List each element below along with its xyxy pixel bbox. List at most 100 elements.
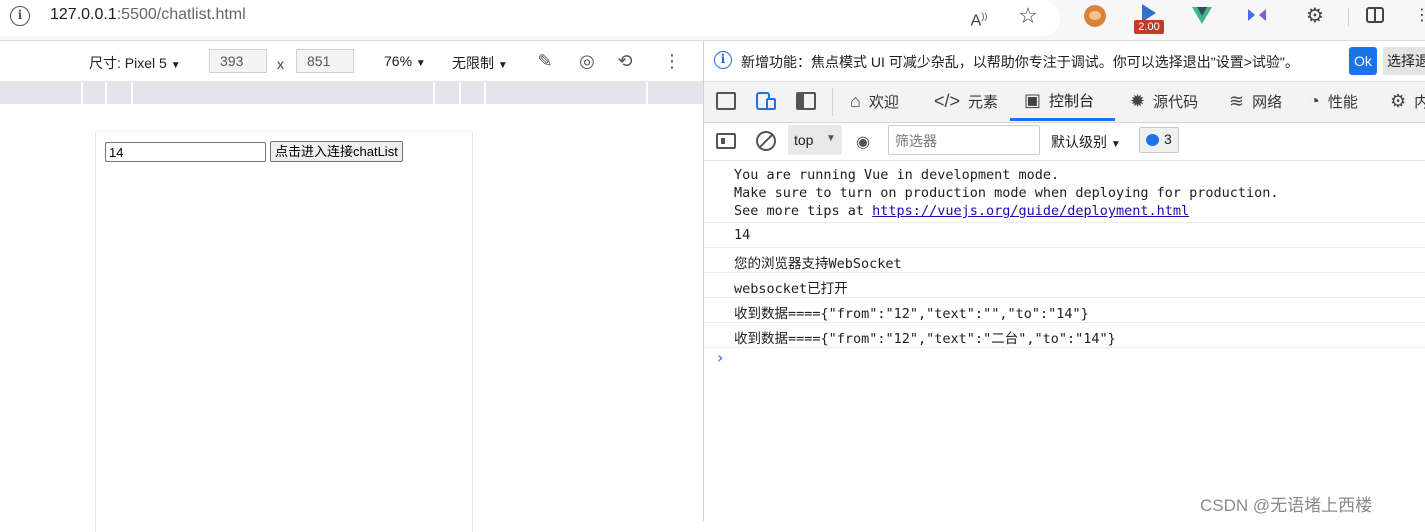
address-bar[interactable]: i 127.0.0.1:5500/chatlist.html xyxy=(0,0,1060,36)
notice-text: 新增功能：焦点模式 UI 可减少杂乱，以帮助你专注于调试。你可以选择退出"设置>… xyxy=(741,54,1299,70)
dock-side-icon[interactable] xyxy=(796,92,816,110)
caret-down-icon: ▼ xyxy=(415,58,426,69)
vue-deployment-link[interactable]: https://vuejs.org/guide/deployment.html xyxy=(872,203,1189,219)
caret-down-icon: ▼ xyxy=(497,60,508,71)
console-message: You are running Vue in development mode.… xyxy=(704,161,1425,223)
ruler-divider xyxy=(131,82,133,104)
console-text: See more tips at https://vuejs.org/guide… xyxy=(734,203,1189,219)
context-select[interactable]: top ▼ xyxy=(788,125,842,155)
wifi-icon: ≋ xyxy=(1229,91,1245,111)
favorite-star-icon[interactable]: ☆ xyxy=(1014,4,1042,28)
console-message: 收到数据===={"from":"12","text":"","to":"14"… xyxy=(704,298,1425,323)
console-text: 您的浏览器支持WebSocket xyxy=(734,256,902,272)
console-toolbar: top ▼ ◉ 筛选器 默认级别 ▼ 3 xyxy=(704,123,1425,161)
dev-pen-icon[interactable]: ✎ xyxy=(532,49,558,73)
tab-label: 网络 xyxy=(1252,94,1283,111)
ruler-divider xyxy=(105,82,107,104)
log-levels-label: 默认级别 xyxy=(1051,134,1107,150)
console-text: 收到数据===={"from":"12","text":"二台","to":"1… xyxy=(734,331,1116,347)
device-width-input[interactable]: 393 xyxy=(209,49,267,73)
console-icon: ▣ xyxy=(1024,89,1042,110)
issues-count: 3 xyxy=(1164,131,1172,147)
url-path: :5500/chatlist.html xyxy=(116,6,246,23)
eye-icon[interactable]: ◎ xyxy=(574,49,600,73)
notice-ok-button[interactable]: Ok xyxy=(1349,47,1377,75)
device-height-input[interactable]: 851 xyxy=(296,49,354,73)
tab-memory[interactable]: ⚙ 内 xyxy=(1386,82,1425,121)
notice-optout-button[interactable]: 选择退 xyxy=(1383,47,1425,75)
caret-down-icon: ▼ xyxy=(826,133,836,144)
user-id-input[interactable] xyxy=(105,142,266,162)
console-message: 14 xyxy=(704,223,1425,248)
more-menu-icon[interactable]: ⋮ xyxy=(1414,4,1425,28)
ruler-divider xyxy=(646,82,648,104)
gauge-icon: ◔ xyxy=(1309,91,1320,111)
live-expression-eye-icon[interactable]: ◉ xyxy=(856,132,870,152)
device-toggle-phone-icon xyxy=(766,98,776,110)
vue-devtools-icon[interactable] xyxy=(1192,7,1212,24)
inspect-element-icon[interactable] xyxy=(716,92,736,110)
devtools-tabbar: ⌂ 欢迎 </> 元素 ▣ 控制台 ✹ 源代码 ≋ 网络 ◔ 性能 ⚙ 内 xyxy=(704,82,1425,123)
tab-sources[interactable]: ✹ 源代码 xyxy=(1126,82,1202,121)
tab-label: 控制台 xyxy=(1049,92,1095,110)
ruler-divider xyxy=(81,82,83,104)
tab-console[interactable]: ▣ 控制台 xyxy=(1010,82,1115,121)
caret-down-icon: ▼ xyxy=(170,60,181,71)
device-dimensions-select[interactable]: 尺寸: Pixel 5 ▼ xyxy=(89,53,181,73)
rotate-icon[interactable]: ⟲ xyxy=(612,49,638,73)
video-speed-extension-icon[interactable]: 2.00 xyxy=(1134,4,1164,34)
home-icon: ⌂ xyxy=(850,91,861,111)
caret-down-icon: ▼ xyxy=(1110,139,1121,150)
ruler-divider xyxy=(484,82,486,104)
console-message: 您的浏览器支持WebSocket xyxy=(704,248,1425,273)
csdn-watermark: CSDN @无语堵上西楼 xyxy=(1200,496,1373,515)
site-info-icon[interactable]: i xyxy=(10,6,30,26)
device-toolbar: 尺寸: Pixel 5 ▼ 393 x 851 76% ▼ 无限制 ▼ ✎ ◎ … xyxy=(0,41,703,82)
tab-label: 性能 xyxy=(1327,94,1358,111)
gear-icon: ⚙ xyxy=(1390,91,1407,111)
tabs-divider xyxy=(832,88,833,116)
extensions-puzzle-icon[interactable]: ⚙ xyxy=(1303,4,1327,28)
console-text: You are running Vue in development mode. xyxy=(734,167,1060,183)
console-message: websocket已打开 xyxy=(704,273,1425,298)
console-message: 收到数据===={"from":"12","text":"二台","to":"1… xyxy=(704,323,1425,348)
console-sidebar-icon[interactable] xyxy=(716,133,736,149)
console-output: You are running Vue in development mode.… xyxy=(704,161,1425,521)
tab-elements[interactable]: </> 元素 xyxy=(930,82,1002,121)
connect-chatlist-button[interactable]: 点击进入连接chatList xyxy=(270,141,403,162)
split-screen-icon[interactable] xyxy=(1366,7,1384,23)
extension-badge: 2.00 xyxy=(1134,20,1164,34)
console-text: Make sure to turn on production mode whe… xyxy=(734,185,1279,201)
zoom-select[interactable]: 76% ▼ xyxy=(384,53,426,69)
throttle-value: 无限制 xyxy=(452,55,494,71)
tab-network[interactable]: ≋ 网络 xyxy=(1225,82,1286,121)
device-more-icon[interactable]: ⋮ xyxy=(659,49,685,73)
log-levels-select[interactable]: 默认级别 ▼ xyxy=(1051,132,1121,152)
console-filter-input[interactable]: 筛选器 xyxy=(888,125,1040,155)
vue-logo-inner xyxy=(1197,7,1207,16)
device-dimensions-label: 尺寸: Pixel 5 xyxy=(89,55,167,71)
tab-label: 元素 xyxy=(968,94,999,111)
ruler-divider xyxy=(433,82,435,104)
split-extension-icon[interactable] xyxy=(1248,9,1268,23)
tab-label: 欢迎 xyxy=(868,94,899,111)
tampermonkey-extension-icon[interactable] xyxy=(1084,5,1106,27)
tab-performance[interactable]: ◔ 性能 xyxy=(1305,82,1362,121)
read-aloud-icon[interactable]: A)) xyxy=(966,4,992,29)
toolbar-divider xyxy=(1348,8,1349,26)
ruler-divider xyxy=(459,82,461,104)
browser-toolbar: i 127.0.0.1:5500/chatlist.html A)) ☆ 2.0… xyxy=(0,0,1425,41)
throttle-select[interactable]: 无限制 ▼ xyxy=(452,53,508,73)
code-icon: </> xyxy=(934,91,961,111)
zoom-value: 76% xyxy=(384,53,413,69)
url-text[interactable]: 127.0.0.1:5500/chatlist.html xyxy=(50,6,246,24)
bug-icon: ✹ xyxy=(1130,91,1146,111)
tab-welcome[interactable]: ⌂ 欢迎 xyxy=(846,82,903,121)
console-text: 14 xyxy=(734,227,751,243)
message-icon xyxy=(1146,134,1159,146)
issues-counter[interactable]: 3 xyxy=(1139,127,1179,153)
console-prompt-chevron-icon[interactable]: › xyxy=(717,348,723,367)
device-viewport xyxy=(95,131,473,532)
clear-console-icon[interactable] xyxy=(756,131,776,151)
info-icon: i xyxy=(714,51,732,69)
